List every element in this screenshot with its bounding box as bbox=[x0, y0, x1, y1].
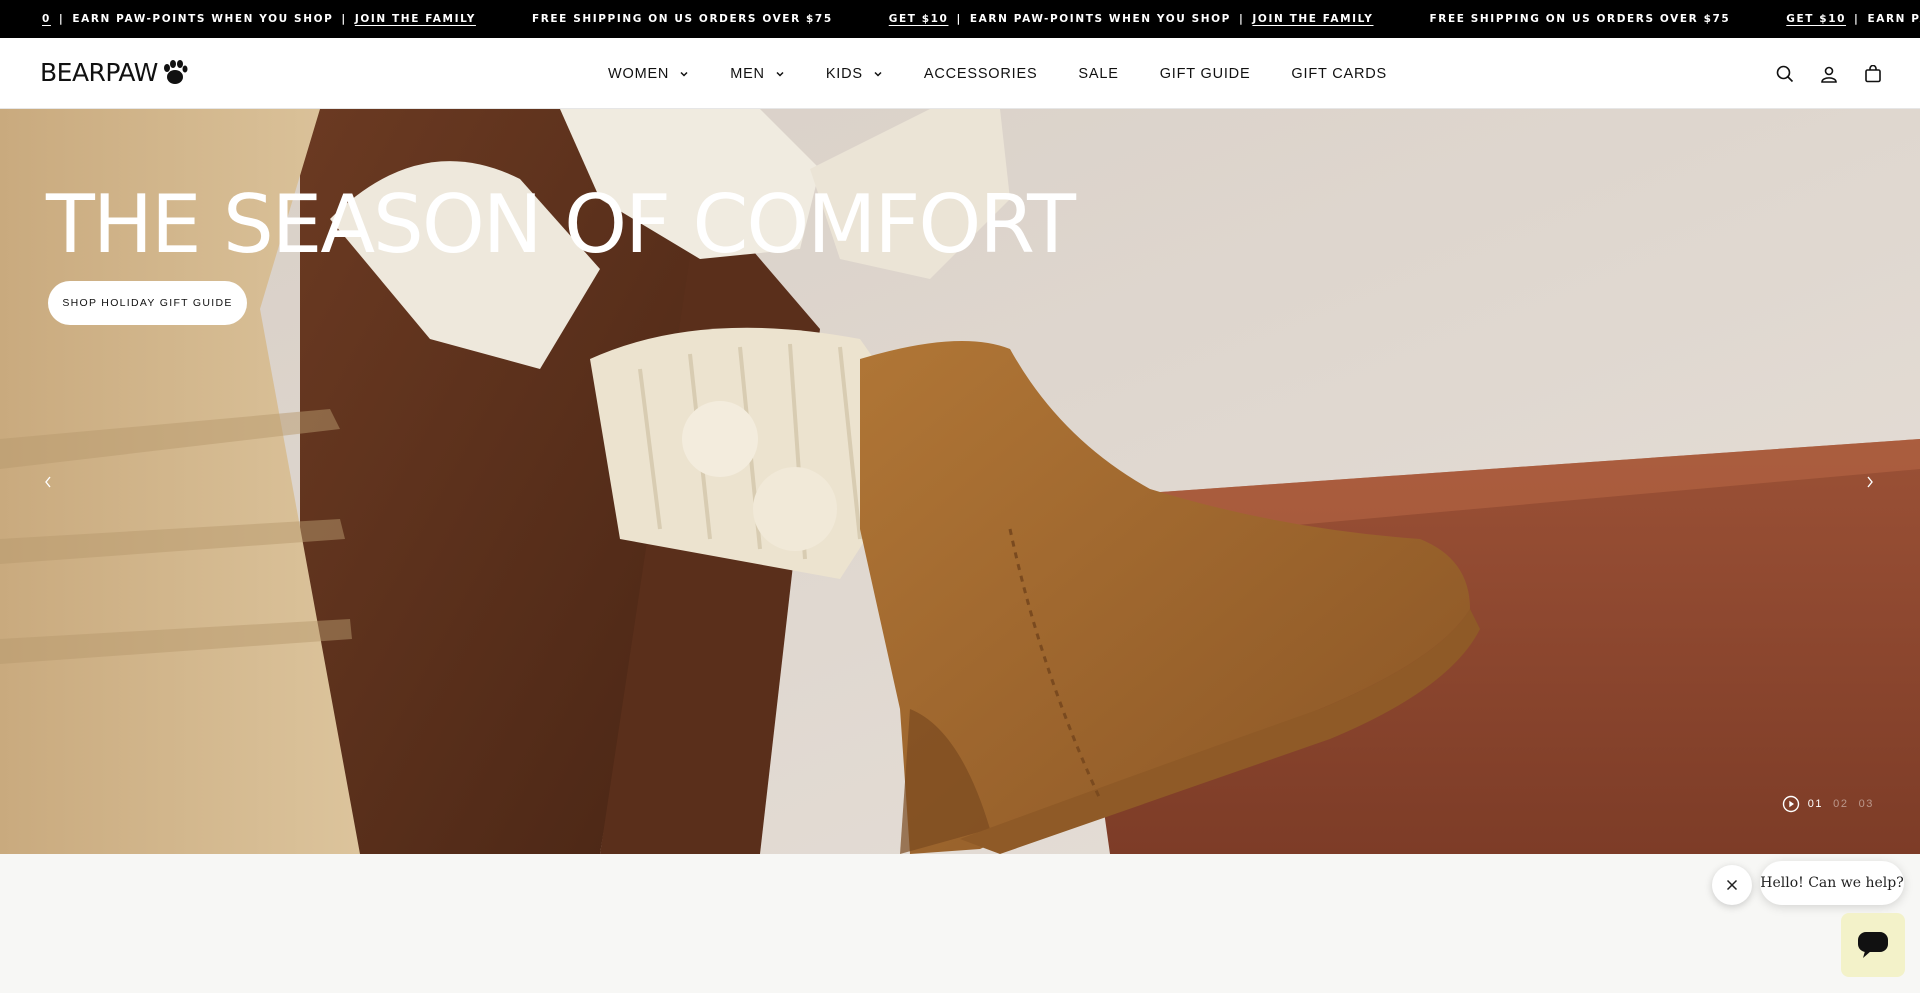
nav-item-men[interactable]: MEN bbox=[730, 66, 785, 82]
slide-indicator[interactable]: 01 bbox=[1808, 798, 1823, 810]
nav-item-gift-cards[interactable]: GIFT CARDS bbox=[1291, 66, 1387, 82]
nav-item-label: KIDS bbox=[825, 65, 863, 82]
site-header: BEARPAW WOMEN MEN KIDS ACCESSORIES SALE GIFT … bbox=[0, 38, 1920, 109]
nav-item-kids[interactable]: KIDS bbox=[826, 66, 883, 82]
chevron-down-icon bbox=[680, 71, 688, 77]
chat-launcher-button[interactable] bbox=[1841, 913, 1905, 977]
announcement-separator: | bbox=[956, 13, 962, 25]
carousel-prev-arrow[interactable] bbox=[38, 472, 58, 492]
announcement-text: EARN PAW-POINTS WHEN YOU SHOP bbox=[1867, 13, 1920, 25]
search-icon[interactable] bbox=[1774, 63, 1796, 85]
chevron-down-icon bbox=[776, 71, 784, 77]
announcement-separator: | bbox=[1238, 13, 1245, 25]
slide-indicator[interactable]: 02 bbox=[1833, 798, 1848, 810]
content-section bbox=[0, 854, 1920, 993]
chat-greeting[interactable]: Hello! Can we help? bbox=[1760, 861, 1904, 905]
announcement-bar: 0 | EARN PAW-POINTS WHEN YOU SHOP | JOIN THE… bbox=[0, 0, 1920, 38]
brand-logo[interactable]: BEARPAW bbox=[40, 57, 188, 87]
announcement-prefix-link[interactable]: GET $10 bbox=[889, 13, 949, 25]
nav-item-label: SALE bbox=[1078, 65, 1119, 82]
close-icon bbox=[1726, 879, 1738, 891]
nav-item-label: WOMEN bbox=[608, 65, 670, 82]
announcement-text: FREE SHIPPING ON US ORDERS OVER $75 bbox=[531, 13, 833, 25]
announcement-item: GET $10|EARN PAW-POINTS WHEN YOU SHOP|JO… bbox=[1782, 13, 1920, 25]
header-icons bbox=[1752, 38, 1884, 109]
nav-item-label: MEN bbox=[730, 65, 765, 82]
announcement-text: EARN PAW-POINTS WHEN YOU SHOP bbox=[72, 13, 334, 25]
nav-item-accessories[interactable]: ACCESSORIES bbox=[924, 66, 1038, 82]
join-family-link[interactable]: JOIN THE FAMILY bbox=[1252, 13, 1373, 25]
nav-item-label: GIFT GUIDE bbox=[1159, 65, 1251, 82]
announcement-track: 0 | EARN PAW-POINTS WHEN YOU SHOP | JOIN THE… bbox=[38, 0, 1920, 38]
announcement-separator: | bbox=[1854, 13, 1860, 25]
chevron-down-icon bbox=[874, 71, 882, 77]
hero-banner: THE SEASON OF COMFORT SHOP HOLIDAY GIFT … bbox=[0, 109, 1920, 854]
announcement-prefix-link[interactable]: GET $10 bbox=[1786, 13, 1846, 25]
announcement-item: 0 | EARN PAW-POINTS WHEN YOU SHOP | JOIN THE… bbox=[38, 13, 480, 25]
slide-indicator[interactable]: 03 bbox=[1859, 798, 1874, 810]
nav-item-women[interactable]: WOMEN bbox=[608, 66, 689, 82]
carousel-next-arrow[interactable] bbox=[1860, 472, 1880, 492]
paw-icon bbox=[163, 60, 188, 84]
join-family-link[interactable]: JOIN THE FAMILY bbox=[355, 13, 476, 25]
announcement-separator: | bbox=[341, 13, 347, 25]
nav-item-label: ACCESSORIES bbox=[923, 65, 1038, 82]
nav-item-gift-guide[interactable]: GIFT GUIDE bbox=[1160, 66, 1251, 82]
announcement-text: EARN PAW-POINTS WHEN YOU SHOP bbox=[969, 13, 1231, 25]
announcement-item: GET $10 | EARN PAW-POINTS WHEN YOU SHOP | JO… bbox=[885, 13, 1378, 25]
account-icon[interactable] bbox=[1818, 63, 1840, 85]
cart-icon[interactable] bbox=[1862, 63, 1884, 85]
chat-icon bbox=[1858, 932, 1888, 958]
play-icon[interactable] bbox=[1782, 795, 1800, 813]
logo-text: BEARPAW bbox=[40, 57, 158, 87]
announcement-item: FREE SHIPPING ON US ORDERS OVER $75 bbox=[528, 13, 837, 25]
nav-item-sale[interactable]: SALE bbox=[1078, 66, 1118, 82]
nav-item-label: GIFT CARDS bbox=[1291, 65, 1387, 82]
main-nav: WOMEN MEN KIDS ACCESSORIES SALE GIFT GUIDE GIF… bbox=[608, 38, 1428, 109]
chat-close-button[interactable] bbox=[1712, 865, 1752, 905]
announcement-prefix-link[interactable]: 0 bbox=[42, 13, 51, 25]
shop-gift-guide-button[interactable]: SHOP HOLIDAY GIFT GUIDE bbox=[48, 281, 247, 325]
hero-title: THE SEASON OF COMFORT bbox=[46, 178, 1076, 271]
announcement-text: FREE SHIPPING ON US ORDERS OVER $75 bbox=[1429, 13, 1731, 25]
carousel-pager: 01 02 03 bbox=[1782, 795, 1874, 813]
announcement-separator: | bbox=[58, 13, 65, 25]
announcement-item: FREE SHIPPING ON US ORDERS OVER $75 bbox=[1426, 13, 1735, 25]
